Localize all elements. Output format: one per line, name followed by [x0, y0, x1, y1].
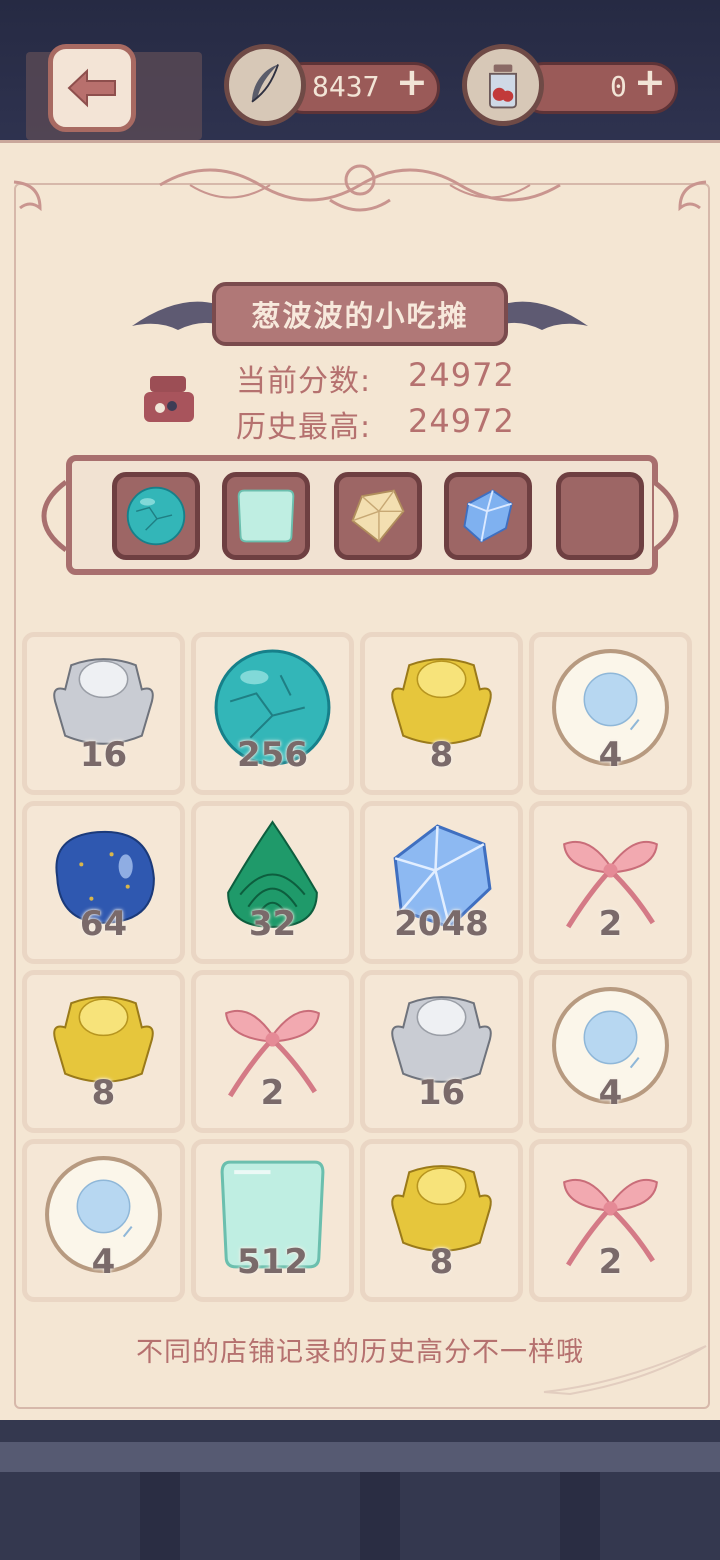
- back-button[interactable]: [48, 44, 136, 132]
- board-cell[interactable]: 2: [529, 1139, 692, 1302]
- board-cell[interactable]: 8: [22, 970, 185, 1133]
- board-cell[interactable]: 2: [529, 801, 692, 964]
- feather-badge: [224, 44, 306, 126]
- collection-slot: [444, 472, 532, 560]
- bottom-scene: [0, 1420, 720, 1560]
- add-jar-button[interactable]: +: [634, 60, 666, 104]
- feather-count: 8437: [312, 70, 380, 103]
- gold-ingot-tile[interactable]: 8: [365, 1144, 518, 1297]
- aquamarine-block-tile[interactable]: 512: [196, 1144, 349, 1297]
- tile-value: 4: [598, 1073, 623, 1113]
- board-cell[interactable]: 64: [22, 801, 185, 964]
- collection-slot-empty: [556, 472, 644, 560]
- tile-value: 8: [429, 735, 454, 775]
- ribbon-tile[interactable]: 2: [196, 975, 349, 1128]
- corner-ornament-right-icon: [678, 180, 707, 212]
- back-arrow-icon: [67, 68, 116, 108]
- collection-slot: [112, 472, 200, 560]
- board-cell[interactable]: 4: [22, 1139, 185, 1302]
- tile-value: 2: [598, 1242, 623, 1282]
- board-cell[interactable]: 8: [360, 1139, 523, 1302]
- feather-icon: [251, 64, 279, 103]
- stall-name: 葱波波的小吃摊: [251, 299, 469, 333]
- tile-value: 32: [248, 904, 297, 944]
- corner-ornament-left-icon: [13, 180, 42, 212]
- tile-value: 256: [237, 735, 308, 775]
- feather-decoration-icon: [543, 1345, 707, 1396]
- malachite-tile[interactable]: 32: [196, 806, 349, 959]
- jar-icon: [489, 64, 517, 109]
- tile-value: 2: [260, 1073, 285, 1113]
- ribbon-tile[interactable]: 2: [534, 806, 687, 959]
- silver-ingot-tile[interactable]: 16: [365, 975, 518, 1128]
- shelf-post: [360, 1472, 400, 1560]
- citrine-icon: [351, 489, 405, 543]
- tile-value: 2048: [394, 904, 489, 944]
- tile-value: 8: [91, 1073, 116, 1113]
- board-cell[interactable]: 16: [22, 632, 185, 795]
- stall-cart-icon: [144, 376, 194, 422]
- tile-value: 2: [598, 904, 623, 944]
- sapphire-icon: [463, 489, 513, 543]
- turquoise-icon: [126, 486, 186, 546]
- tile-value: 64: [79, 904, 128, 944]
- tile-value: 16: [417, 1073, 466, 1113]
- gold-ingot-tile[interactable]: 8: [365, 637, 518, 790]
- board-cell[interactable]: 32: [191, 801, 354, 964]
- tile-value: 512: [237, 1242, 308, 1282]
- current-score-value: 24972: [408, 356, 515, 394]
- stall-name-plate: 葱波波的小吃摊: [212, 282, 508, 346]
- gold-ingot-tile[interactable]: 8: [27, 975, 180, 1128]
- board-cell[interactable]: 4: [529, 970, 692, 1133]
- shelf-post: [560, 1472, 600, 1560]
- board-cell[interactable]: 16: [360, 970, 523, 1133]
- shelf: [0, 1442, 720, 1472]
- collection-cap-right-icon: [652, 479, 679, 553]
- shelf-post: [140, 1472, 180, 1560]
- tile-value: 4: [91, 1242, 116, 1282]
- best-score-label: 历史最高:: [236, 410, 372, 445]
- board-cell[interactable]: 256: [191, 632, 354, 795]
- tile-value: 16: [79, 735, 128, 775]
- add-feather-button[interactable]: +: [396, 60, 428, 104]
- pearl-tile[interactable]: 4: [534, 975, 687, 1128]
- best-score-value: 24972: [408, 402, 515, 440]
- board-cell[interactable]: 2048: [360, 801, 523, 964]
- board-cell[interactable]: 8: [360, 632, 523, 795]
- lapis-tile[interactable]: 64: [27, 806, 180, 959]
- pearl-tile[interactable]: 4: [534, 637, 687, 790]
- silver-ingot-tile[interactable]: 16: [27, 637, 180, 790]
- ornament-filigree-icon: [159, 164, 561, 212]
- board-cell[interactable]: 2: [191, 970, 354, 1133]
- board-cell[interactable]: 4: [529, 632, 692, 795]
- jar-badge: [462, 44, 544, 126]
- left-wing-icon: [132, 301, 216, 330]
- current-score-label: 当前分数:: [236, 364, 372, 399]
- game-board[interactable]: 16 256 8 4 64 32 2048 2 8 2 16 4 4 512 8 2: [22, 632, 698, 1308]
- aquamarine-block-icon: [237, 489, 295, 543]
- right-wing-icon: [504, 301, 588, 330]
- jar-count: 0: [610, 70, 627, 103]
- sapphire-tile[interactable]: 2048: [365, 806, 518, 959]
- tile-value: 8: [429, 1242, 454, 1282]
- collection-slot: [222, 472, 310, 560]
- turquoise-tile[interactable]: 256: [196, 637, 349, 790]
- pearl-tile[interactable]: 4: [27, 1144, 180, 1297]
- tile-value: 4: [598, 735, 623, 775]
- collection-slot: [334, 472, 422, 560]
- board-cell[interactable]: 512: [191, 1139, 354, 1302]
- collection-cap-left-icon: [41, 479, 68, 553]
- ribbon-tile[interactable]: 2: [534, 1144, 687, 1297]
